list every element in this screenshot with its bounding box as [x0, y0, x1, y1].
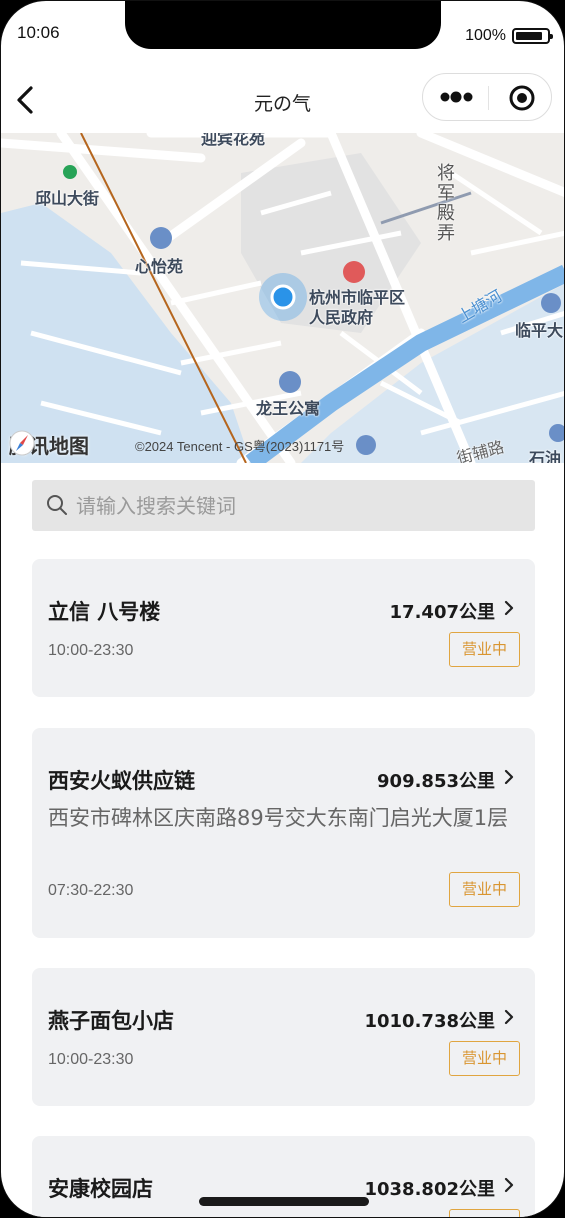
store-distance: 1038.802公里 — [364, 1179, 495, 1200]
search-input[interactable] — [76, 480, 516, 531]
nav-bar: 元の气 — [1, 65, 564, 133]
phone-screen: 10:06 100% 元の气 迎宾花苑 邱山大街 心怡苑 将军殿弄 杭州市临平区… — [0, 0, 565, 1218]
status-badge: 营业中 — [449, 632, 520, 667]
map-label: 石油 — [529, 449, 562, 463]
compass-logo-icon — [9, 430, 35, 456]
status-badge: 营业中 — [449, 872, 520, 907]
map-label: 杭州市临平区人民政府 — [309, 288, 406, 327]
map-view[interactable]: 迎宾花苑 邱山大街 心怡苑 将军殿弄 杭州市临平区人民政府 龙王公寓 上塘河 临… — [1, 133, 564, 463]
more-button[interactable] — [435, 82, 485, 112]
store-name: 西安火蚁供应链 — [48, 769, 195, 793]
status-badge: 营业中 — [449, 1209, 520, 1217]
chevron-right-icon — [504, 769, 514, 785]
map-copyright: ©2024 Tencent - GS粤(2023)1171号 — [135, 439, 345, 454]
close-miniprogram-button[interactable] — [507, 83, 537, 113]
chevron-right-icon — [504, 1177, 514, 1193]
store-hours: 07:30-22:30 — [48, 882, 134, 899]
store-name: 立信 八号楼 — [48, 600, 161, 624]
search-icon — [47, 495, 67, 515]
map-label: 迎宾花苑 — [201, 133, 266, 148]
map-label: 邱山大街 — [35, 189, 100, 208]
store-address: 西安市碑林区庆南路89号交大东南门启光大厦1层 — [48, 806, 509, 830]
target-icon — [509, 85, 535, 111]
store-card[interactable]: 西安火蚁供应链 909.853公里 西安市碑林区庆南路89号交大东南门启光大厦1… — [32, 728, 535, 938]
battery-percent: 100% — [465, 27, 506, 44]
store-card[interactable]: 立信 八号楼 17.407公里 10:00-23:30 营业中 — [32, 559, 535, 697]
map-label: 将军殿弄 — [434, 163, 455, 243]
store-distance: 1010.738公里 — [364, 1011, 495, 1032]
map-brand: 腾讯地图 — [9, 430, 89, 459]
store-distance: 17.407公里 — [389, 602, 495, 623]
chevron-right-icon — [504, 1009, 514, 1025]
status-time: 10:06 — [17, 23, 60, 42]
store-distance: 909.853公里 — [377, 771, 495, 792]
home-indicator — [199, 1197, 369, 1206]
notch — [125, 1, 441, 49]
store-card[interactable]: 燕子面包小店 1010.738公里 10:00-23:30 营业中 — [32, 968, 535, 1106]
map-label: 临平大 — [515, 321, 564, 340]
battery-icon — [512, 28, 553, 44]
store-name: 安康校园店 — [48, 1177, 153, 1201]
more-dots-icon — [440, 91, 473, 103]
map-label: 心怡苑 — [135, 257, 184, 276]
status-badge: 营业中 — [449, 1041, 520, 1076]
search-bar — [32, 480, 535, 531]
store-hours: 10:00-23:30 — [48, 642, 134, 659]
capsule-divider — [488, 86, 489, 110]
map-label: 龙王公寓 — [256, 399, 321, 418]
mini-program-capsule — [422, 73, 552, 121]
status-bar: 10:06 100% — [1, 1, 564, 65]
store-name: 燕子面包小店 — [48, 1009, 174, 1033]
chevron-right-icon — [504, 600, 514, 616]
store-hours: 10:00-23:30 — [48, 1051, 134, 1068]
